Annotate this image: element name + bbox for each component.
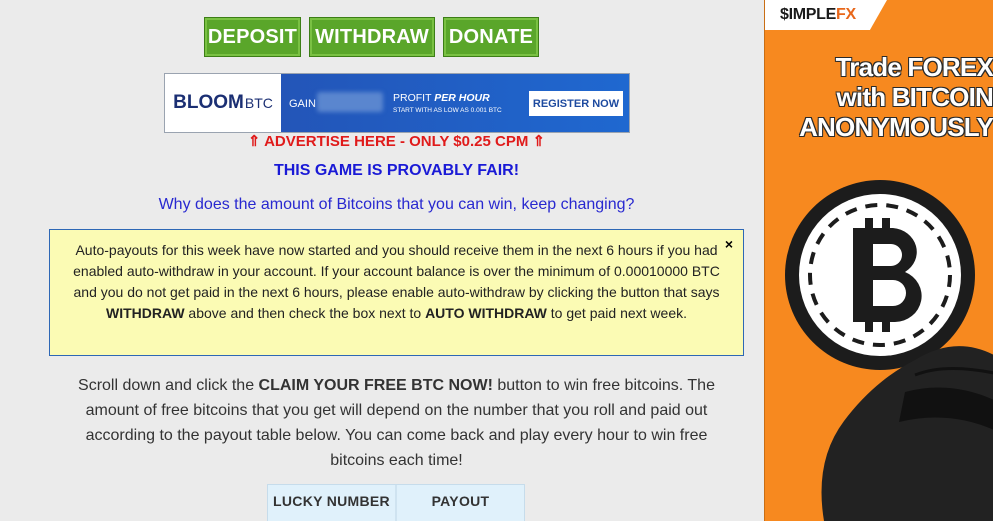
bloombtc-logo-sub: BTC bbox=[244, 95, 273, 111]
instructions-claim-bold: CLAIM YOUR FREE BTC NOW! bbox=[258, 377, 493, 394]
notice-bold-withdraw: WITHDRAW bbox=[106, 305, 185, 321]
game-instructions: Scroll down and click the CLAIM YOUR FRE… bbox=[60, 373, 733, 473]
deposit-button[interactable]: DEPOSIT bbox=[204, 17, 301, 57]
lucky-number-header: LUCKY NUMBER bbox=[268, 485, 397, 521]
simplefx-side-ad[interactable]: $IMPLEFX Trade FOREX with BITCOIN ANONYM… bbox=[764, 0, 993, 521]
bloombtc-logo: BLOOM BTC bbox=[165, 74, 281, 132]
notice-bold-auto-withdraw: AUTO WITHDRAW bbox=[425, 305, 547, 321]
bitcoin-hacker-illustration bbox=[785, 180, 993, 521]
banner-profit-prefix: PROFIT bbox=[393, 92, 432, 104]
banner-profit-emph: PER HOUR bbox=[434, 92, 490, 104]
notice-text-2: above and then check the box next to bbox=[184, 305, 426, 321]
banner-profit-text: PROFIT PER HOUR bbox=[393, 92, 490, 104]
side-ad-headline-line2: with BITCOIN bbox=[836, 82, 993, 112]
auto-payout-notice: × Auto-payouts for this week have now st… bbox=[49, 229, 744, 356]
notice-text-3: to get paid next week. bbox=[546, 305, 687, 321]
banner-gain-label: GAIN bbox=[289, 98, 316, 110]
close-icon[interactable]: × bbox=[725, 234, 733, 255]
notice-text-1: Auto-payouts for this week have now star… bbox=[73, 242, 720, 300]
banner-animated-graphic bbox=[317, 92, 383, 112]
advertise-here-link[interactable]: ⇑ ADVERTISE HERE - ONLY $0.25 CPM ⇑ bbox=[0, 132, 793, 150]
bloombtc-banner-body: GAIN PROFIT PER HOUR START WITH AS LOW A… bbox=[281, 74, 629, 132]
instructions-pre: Scroll down and click the bbox=[78, 377, 259, 394]
simplefx-logo-simple: $IMPLE bbox=[780, 6, 836, 23]
payout-header: PAYOUT bbox=[431, 493, 490, 509]
side-ad-headline: Trade FOREX with BITCOIN ANONYMOUSLY bbox=[765, 52, 993, 142]
why-amount-changing-link[interactable]: Why does the amount of Bitcoins that you… bbox=[0, 196, 793, 214]
side-ad-headline-line1: Trade FOREX bbox=[835, 52, 993, 82]
simplefx-logo: $IMPLEFX bbox=[780, 6, 856, 24]
bloombtc-logo-main: BLOOM bbox=[173, 92, 244, 113]
banner-register-button[interactable]: REGISTER NOW bbox=[529, 91, 623, 116]
side-ad-headline-line3: ANONYMOUSLY bbox=[799, 112, 993, 142]
bloombtc-banner-ad[interactable]: BLOOM BTC GAIN PROFIT PER HOUR START WIT… bbox=[164, 73, 630, 133]
main-content: DEPOSIT WITHDRAW DONATE BLOOM BTC GAIN P… bbox=[0, 0, 764, 521]
nav-button-row: DEPOSIT WITHDRAW DONATE bbox=[204, 17, 539, 57]
banner-start-text: START WITH AS LOW AS 0.001 BTC bbox=[393, 107, 502, 114]
hooded-figure bbox=[821, 346, 993, 521]
provably-fair-link[interactable]: THIS GAME IS PROVABLY FAIR! bbox=[0, 162, 793, 180]
withdraw-button[interactable]: WITHDRAW bbox=[309, 17, 435, 57]
donate-button[interactable]: DONATE bbox=[443, 17, 539, 57]
payout-table-header: LUCKY NUMBER PAYOUT bbox=[267, 484, 525, 521]
simplefx-logo-fx: FX bbox=[836, 6, 856, 23]
